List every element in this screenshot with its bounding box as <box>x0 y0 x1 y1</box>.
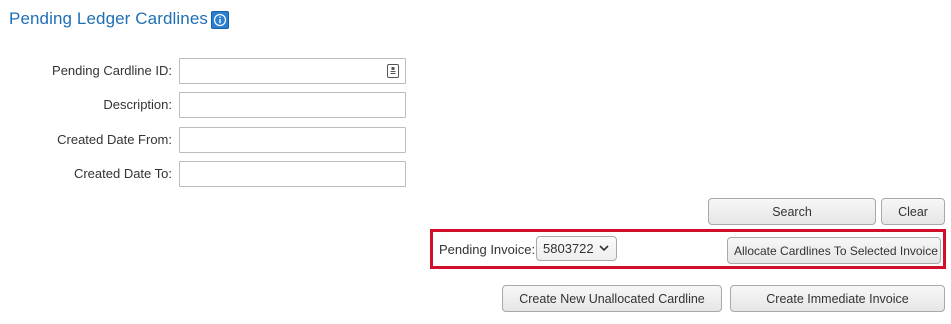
pending-invoice-label: Pending Invoice: <box>439 242 536 257</box>
date-to-field[interactable] <box>179 161 406 187</box>
date-to-label: Created Date To: <box>73 166 172 181</box>
description-field[interactable] <box>179 92 406 118</box>
lookup-icon[interactable] <box>387 64 399 78</box>
cardline-id-field[interactable] <box>179 58 406 84</box>
clear-button[interactable]: Clear <box>881 198 945 225</box>
description-label: Description: <box>103 97 172 112</box>
pending-invoice-select[interactable]: 5803722 <box>536 236 617 261</box>
chevron-down-icon <box>599 245 609 252</box>
create-immediate-invoice-button[interactable]: Create Immediate Invoice <box>730 285 945 312</box>
cardline-id-label: Pending Cardline ID: <box>52 63 172 78</box>
allocate-cardlines-button[interactable]: Allocate Cardlines To Selected Invoice <box>727 237 941 264</box>
info-icon[interactable] <box>211 11 229 29</box>
pending-invoice-value: 5803722 <box>543 241 594 256</box>
date-from-field[interactable] <box>179 127 406 153</box>
search-button[interactable]: Search <box>708 198 876 225</box>
create-unallocated-cardline-button[interactable]: Create New Unallocated Cardline <box>502 285 722 312</box>
date-from-label: Created Date From: <box>57 132 172 147</box>
page-title: Pending Ledger Cardlines <box>9 9 208 28</box>
